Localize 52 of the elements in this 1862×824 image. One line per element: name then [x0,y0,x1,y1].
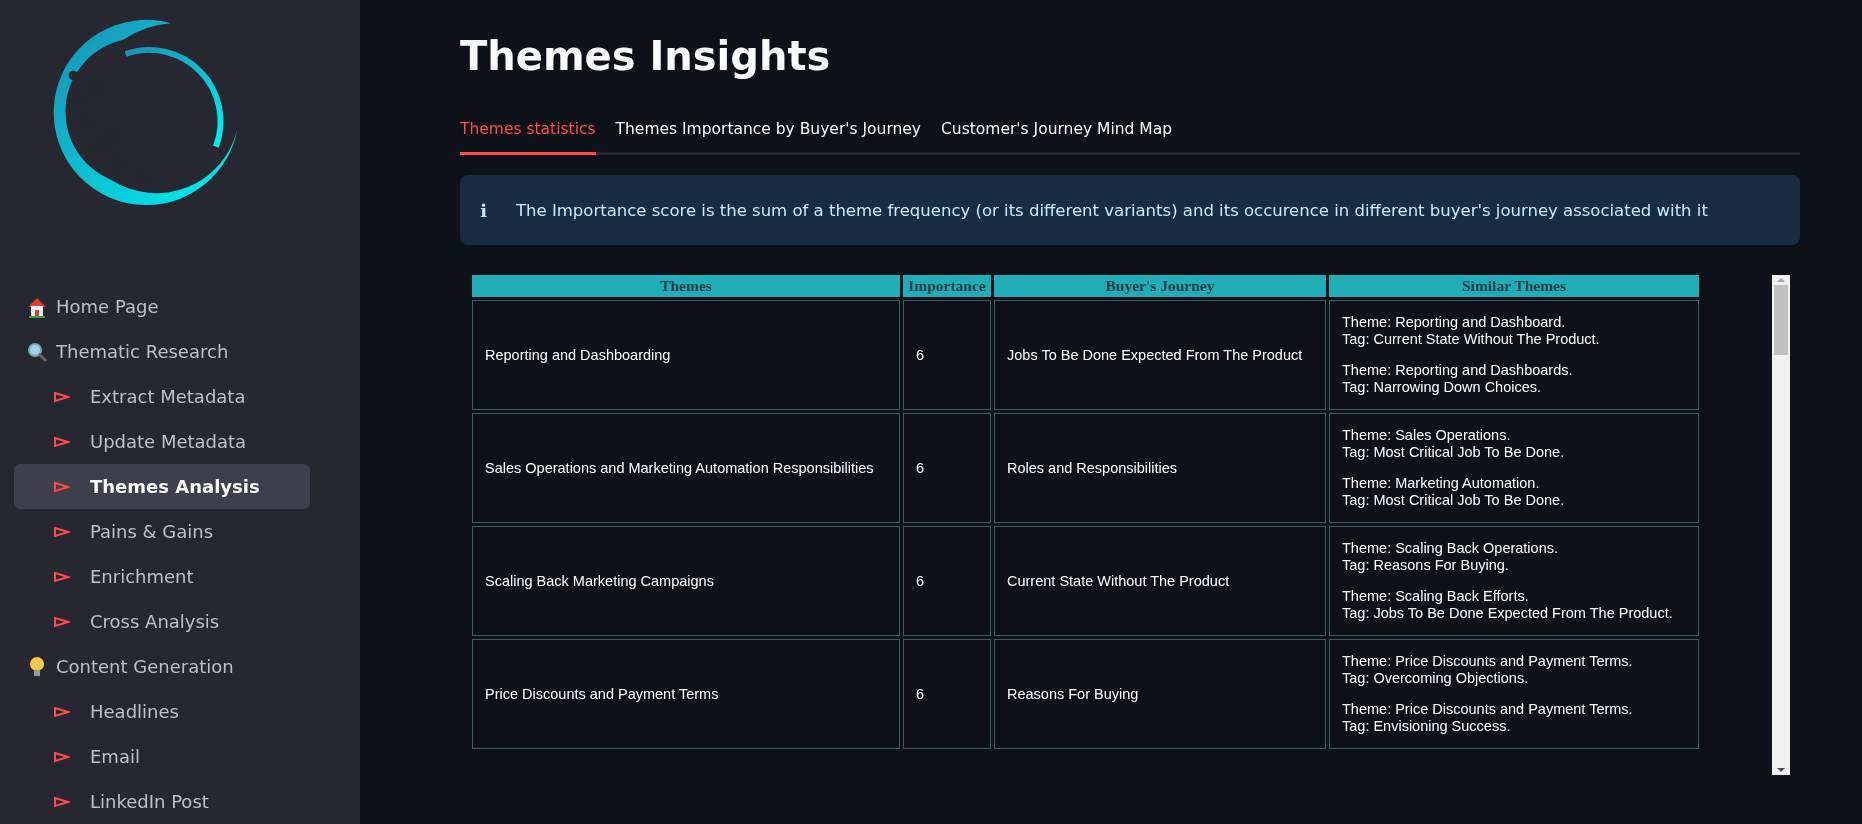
column-header: Themes [472,275,900,297]
column-header: Importance [903,275,991,297]
nav-item[interactable]: Extract Metadata [14,374,310,419]
nav-item[interactable]: Pains & Gains [14,509,310,554]
scrollbar[interactable] [1772,275,1790,775]
nav-item[interactable]: Themes Analysis [14,464,310,509]
tab[interactable]: Themes statistics [460,120,596,155]
magnifier-icon [26,340,48,363]
table-cell: Reasons For Buying [994,639,1326,749]
nav-item[interactable]: Content Generation [14,644,310,689]
info-text: The Importance score is the sum of a theme frequency (or its different variants) and its occurence in different buyer's journey associated with it [516,200,1708,220]
table-cell: Theme: Price Discounts and Payment Terms. Tag: Overcoming Objections. Theme: Price Discounts and Payment Terms. Tag: Envisioning Success. [1329,639,1699,749]
table-cell: Jobs To Be Done Expected From The Product [994,300,1326,410]
table-cell: Sales Operations and Marketing Automation Responsibilities [472,413,900,523]
table-cell: Price Discounts and Payment Terms [472,639,900,749]
info-icon: ℹ [480,199,494,221]
table-cell: 6 [903,639,991,749]
nav-item[interactable]: Update Metadata [14,419,310,464]
triangle-icon [54,570,70,583]
triangle-icon [54,390,70,403]
triangle-icon [54,615,70,628]
scroll-down-icon[interactable] [1776,765,1786,775]
nav-item[interactable]: Home Page [14,284,310,329]
table-cell: 6 [903,526,991,636]
nav-item[interactable]: Enrichment [14,554,310,599]
tab[interactable]: Themes Importance by Buyer's Journey [615,120,922,155]
table-cell: Theme: Sales Operations. Tag: Most Critical Job To Be Done. Theme: Marketing Automation. Tag: Most Critical Job To Be Done. [1329,413,1699,523]
table-cell: Reporting and Dashboarding [472,300,900,410]
table-cell: 6 [903,300,991,410]
tab[interactable]: Customer's Journey Mind Map [941,120,1172,155]
nav-item[interactable]: LinkedIn Post [14,779,310,824]
nav-item[interactable]: Cross Analysis [14,599,310,644]
table-cell: Theme: Reporting and Dashboard. Tag: Current State Without The Product. Theme: Reporting and Dashboards. Tag: Narrowing Down Choices. [1329,300,1699,410]
house-icon [26,295,48,318]
table-cell: Theme: Scaling Back Operations. Tag: Reasons For Buying. Theme: Scaling Back Efforts. Tag: Jobs To Be Done Expected From The Product. [1329,526,1699,636]
page-title: Themes Insights [460,32,832,81]
scrollbar-thumb[interactable] [1774,285,1788,355]
triangle-icon [54,795,70,808]
column-header: Similar Themes [1329,275,1699,297]
table-cell: 6 [903,413,991,523]
triangle-icon [54,480,70,493]
triangle-icon [54,705,70,718]
nav-item[interactable]: Headlines [14,689,310,734]
table-cell: Roles and Responsibilities [994,413,1326,523]
nav-item[interactable]: Thematic Research [14,329,310,374]
triangle-icon [54,750,70,763]
triangle-icon [54,435,70,448]
triangle-icon [54,525,70,538]
table-cell: Scaling Back Marketing Campaigns [472,526,900,636]
table-cell: Current State Without The Product [994,526,1326,636]
nav-item[interactable]: Email [14,734,310,779]
column-header: Buyer's Journey [994,275,1326,297]
